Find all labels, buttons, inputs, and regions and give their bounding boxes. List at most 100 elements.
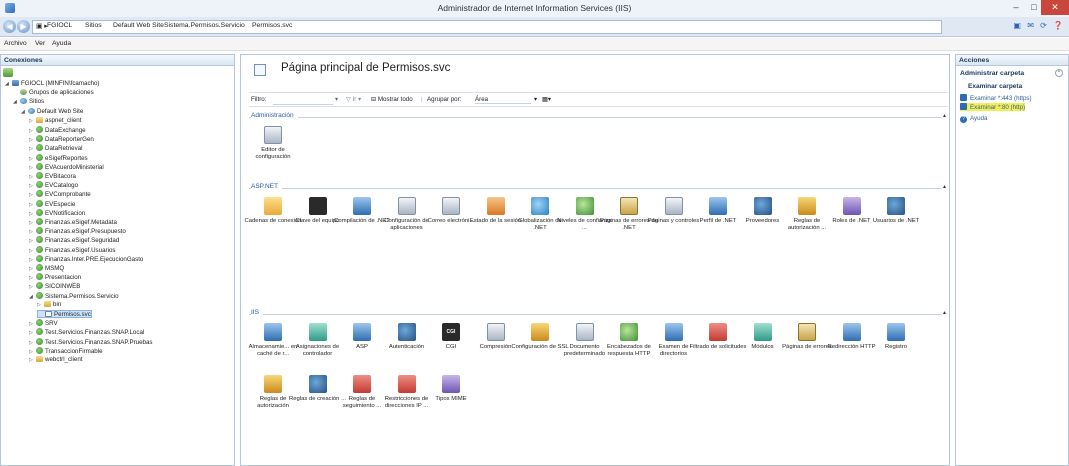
close-button[interactable]: ✕ [1041, 0, 1069, 15]
expand-icon[interactable]: ◢ [13, 98, 20, 106]
tree-node[interactable]: ▷ EVComprobante [29, 190, 91, 198]
tree-node[interactable]: ▷ DataRetrieval [29, 144, 83, 152]
tree-node-label: aspnet_client [45, 116, 82, 124]
tree-node[interactable]: ▷ Finanzas.Inter.PRE.EjecucionGasto [29, 254, 143, 264]
view-icon[interactable]: ▦▾ [542, 96, 551, 103]
section-title: IIS [251, 309, 263, 316]
expand-icon[interactable]: ◢ [5, 80, 12, 88]
forward-icon[interactable]: ▶ [17, 20, 30, 33]
breadcrumb[interactable]: ▣ ▸ FGIOCL Sitios Default Web Site Sistema.P… [32, 20, 942, 34]
tree-node[interactable]: ▷ Finanzas.eSigef.Metadata [29, 218, 117, 226]
tree-node[interactable]: ▷ Test.Servicios.Finanzas.SNAP.Pruebas [29, 337, 153, 347]
expand-icon[interactable]: ◢ [21, 108, 28, 116]
expand-icon[interactable]: ▷ [29, 182, 36, 190]
expand-icon[interactable]: ◢ [29, 293, 36, 301]
tree-node[interactable]: ▷ aspnet_client [29, 116, 82, 125]
breadcrumb-item[interactable]: Permisos.svc [252, 22, 292, 29]
tree-node[interactable]: ▷ EVBitacora [29, 172, 76, 180]
filter-input[interactable] [273, 95, 333, 105]
expand-icon[interactable]: ▷ [29, 356, 36, 364]
expand-icon[interactable]: ▷ [29, 274, 36, 282]
breadcrumb-item[interactable]: Default Web Site [113, 22, 164, 29]
expand-icon[interactable]: ▷ [29, 219, 36, 227]
breadcrumb-item[interactable]: Sitios [85, 22, 102, 29]
feature-item[interactable]: Registro [867, 323, 925, 351]
tree-node[interactable]: ▷ Finanzas.eSigef.Seguridad [29, 236, 119, 244]
expand-icon[interactable]: ▷ [29, 339, 36, 347]
collapse-section-icon[interactable]: ▲ [942, 113, 947, 119]
feature-label: Usuarios de .NET [872, 218, 920, 224]
menu-ver[interactable]: Ver [35, 40, 45, 47]
expand-icon[interactable]: ▷ [29, 210, 36, 218]
address-toolbar-icons[interactable]: ▣ ✉ ⟳ ❓ [1013, 21, 1065, 30]
expand-icon[interactable]: ▷ [29, 283, 36, 291]
tree-node[interactable]: ▷ bin [37, 300, 61, 309]
expand-icon[interactable]: ▷ [29, 256, 36, 264]
filter-dropdown-icon[interactable]: ▾ [335, 96, 338, 103]
menu-ayuda[interactable]: Ayuda [52, 40, 71, 47]
tree-node[interactable]: ▷ EVEspecie [29, 199, 75, 209]
expand-icon[interactable]: ▷ [29, 201, 36, 209]
tree-node[interactable]: ▷ DataReporterGen [29, 135, 94, 143]
feature-item[interactable]: Usuarios de .NET [867, 197, 925, 225]
breadcrumb-item[interactable]: FGIOCL [47, 22, 72, 29]
tree-node[interactable]: ▷ MSMQ [29, 264, 64, 272]
tree-node[interactable]: ▷ eSigefReportes [29, 153, 88, 163]
collapse-section-icon[interactable]: ▲ [942, 184, 947, 190]
expand-icon[interactable]: ▷ [29, 320, 36, 328]
expand-icon[interactable]: ▷ [37, 301, 44, 309]
show-all-button[interactable]: ⊟ Mostrar todo [371, 96, 413, 103]
tree-node[interactable]: ◢ Sistema.Permisos.Servicio [29, 291, 119, 301]
tree-node[interactable]: ◢ Default Web Site [21, 107, 83, 116]
tree-node[interactable]: ▷ Presentacion [29, 273, 81, 281]
expand-icon[interactable]: ▷ [29, 329, 36, 337]
expand-icon[interactable]: ▷ [29, 155, 36, 163]
pool-icon [20, 89, 27, 96]
expand-icon[interactable]: ▷ [29, 348, 36, 356]
expand-icon[interactable]: ▷ [29, 173, 36, 181]
back-icon[interactable]: ◀ [3, 20, 16, 33]
dark-feature-icon: CGI [442, 323, 460, 341]
tree-node[interactable]: ▷ TransaccionFirmable [29, 346, 103, 356]
expand-icon[interactable]: ▷ [29, 164, 36, 172]
tree-node-label: Test.Servicios.Finanzas.SNAP.Local [45, 329, 145, 337]
expand-icon[interactable]: ▷ [29, 117, 36, 125]
tree-node[interactable]: ▷ DataExchange [29, 126, 86, 134]
breadcrumb-item[interactable]: Sistema.Permisos.Servicio [164, 22, 245, 29]
browse-https-link[interactable]: Examinar *:443 (https) [960, 94, 1032, 102]
collapse-section-icon[interactable]: ▲ [942, 310, 947, 316]
help-link[interactable]: ? Ayuda [960, 115, 987, 123]
tree-node[interactable]: ▷ webctrl_client [29, 356, 83, 364]
expand-icon[interactable]: ▷ [29, 191, 36, 199]
group-by-dropdown-icon[interactable]: ▾ [534, 96, 537, 103]
tree-node[interactable]: ▷ SRV [29, 319, 58, 327]
expand-icon[interactable]: ▷ [29, 247, 36, 255]
tree-node[interactable]: ▷ EVAcuerdoMinisterial [29, 162, 104, 172]
tree-node[interactable]: Permisos.svc [37, 310, 92, 318]
go-button[interactable]: ▽ Ir ▾ [346, 96, 361, 103]
expand-icon[interactable]: ▷ [29, 127, 36, 135]
web-icon [20, 98, 27, 105]
tree-node[interactable]: ▷ EVCatalogo [29, 181, 78, 189]
expand-icon[interactable]: ▷ [29, 228, 36, 236]
breadcrumb-root-icon[interactable]: ▣ ▸ [36, 22, 48, 30]
tree-node[interactable]: Grupos de aplicaciones [13, 89, 94, 97]
feature-item[interactable]: Tipos MIME [422, 375, 480, 403]
tree-node[interactable]: ▷ Test.Servicios.Finanzas.SNAP.Local [29, 328, 144, 336]
expand-icon[interactable]: ▷ [29, 145, 36, 153]
expand-icon[interactable]: ▷ [29, 237, 36, 245]
collapse-icon[interactable]: ⌃ [1055, 69, 1063, 77]
tree-node[interactable]: ◢ FGIOCL (MINFIN\fcamacho) [5, 80, 100, 88]
tree-node[interactable]: ▷ Finanzas.eSigef.Presupuesto [29, 227, 126, 235]
connect-icon[interactable] [3, 68, 13, 77]
browse-http-link[interactable]: Examinar *:80 (http) [960, 103, 1026, 111]
group-by-select[interactable]: Área [475, 96, 531, 104]
tree-node[interactable]: ▷ EVNotificacion [29, 208, 85, 218]
tree-node[interactable]: ▷ SICOINWEB [29, 282, 80, 290]
expand-icon[interactable]: ▷ [29, 136, 36, 144]
menu-archivo[interactable]: Archivo [4, 40, 27, 47]
tree-node[interactable]: ◢ Sitios [13, 98, 44, 106]
feature-item[interactable]: Editor de configuración [244, 126, 302, 161]
expand-icon[interactable]: ▷ [29, 265, 36, 273]
tree-node[interactable]: ▷ Finanzas.eSigef.Usuarios [29, 245, 116, 255]
